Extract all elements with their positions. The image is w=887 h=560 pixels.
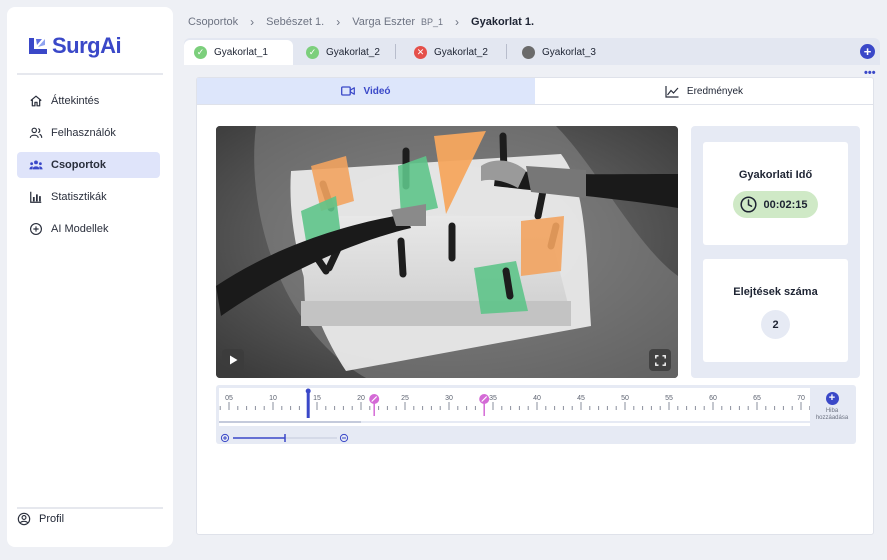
tick-label: 70 [797, 395, 805, 402]
tick-label: 50 [621, 395, 629, 402]
add-tab-button[interactable]: + [860, 44, 875, 59]
plus-icon: + [863, 44, 872, 59]
drops-card: Elejtések száma 2 [703, 259, 848, 362]
tab-gyakorlat-3[interactable]: Gyakorlat_3 [512, 40, 622, 65]
tab-label: Gyakorlat_2 [326, 47, 380, 58]
play-button[interactable] [222, 349, 244, 371]
playhead [306, 390, 310, 418]
logo-icon [29, 36, 49, 56]
sidebar: SurgAi Áttekintés Felhasználók Csoportok… [7, 7, 173, 547]
tab-label: Videó [363, 85, 391, 97]
tick-label: 45 [577, 395, 585, 402]
tick-label: 05 [225, 395, 233, 402]
sidebar-divider [17, 507, 163, 509]
users-icon [29, 127, 43, 138]
add-error-label-1: Hiba [825, 408, 839, 414]
pending-icon [522, 46, 535, 59]
sidebar-item-ai-modellek[interactable]: AI Modellek [17, 216, 160, 242]
app-logo[interactable]: SurgAi [29, 33, 122, 59]
error-icon: ✕ [414, 46, 427, 59]
home-icon [30, 95, 42, 107]
playhead-handle [305, 388, 311, 394]
tick-label: 15 [313, 395, 321, 402]
breadcrumb-item[interactable]: Sebészet 1. [266, 16, 324, 28]
play-icon [229, 355, 237, 365]
breadcrumb-current: Gyakorlat 1. [471, 16, 535, 28]
tick-label: 40 [533, 395, 541, 402]
practice-time-card: Gyakorlati Idő 00:02:15 [703, 142, 848, 245]
profile-link[interactable]: Profil [17, 512, 64, 526]
tab-label: Gyakorlat_1 [214, 47, 268, 58]
sidebar-item-statisztikak[interactable]: Statisztikák [17, 184, 160, 210]
video-player[interactable] [216, 126, 678, 378]
tick-label: 60 [709, 395, 717, 402]
tab-label: Gyakorlat_3 [542, 47, 596, 58]
profile-icon [17, 512, 31, 526]
tick-label: 30 [445, 395, 453, 402]
practice-time-title: Gyakorlati Idő [738, 169, 813, 181]
timeline-ticks: 05 10 15 20 25 30 35 40 45 50 55 60 65 70 [219, 388, 811, 423]
exercise-tabs: ✓ Gyakorlat_1 ✓ Gyakorlat_2 ✕ Gyakorlat_… [184, 38, 880, 65]
practice-time-badge: 00:02:15 [733, 191, 818, 218]
tab-label: Eredmények [686, 85, 744, 97]
zoom-in-icon [223, 436, 227, 440]
tab-divider [395, 44, 396, 59]
fullscreen-icon [654, 354, 666, 366]
add-error-button[interactable]: + Hiba hozzáadása [813, 392, 851, 422]
line-chart-icon [665, 85, 679, 98]
scroll-thumb [219, 421, 361, 423]
breadcrumb-item[interactable]: Csoportok [188, 16, 238, 28]
sidebar-item-label: Csoportok [51, 159, 106, 171]
sidebar-item-label: Áttekintés [51, 95, 100, 107]
plus-circle-icon [30, 223, 42, 235]
practice-time-value: 00:02:15 [763, 198, 808, 211]
timeline-ruler[interactable]: 05 10 15 20 25 30 35 40 45 50 55 60 65 70 [219, 388, 811, 426]
plus-icon: + [825, 392, 839, 405]
sidebar-item-label: Statisztikák [51, 191, 107, 203]
video-icon [341, 86, 356, 96]
sidebar-item-label: AI Modellek [51, 223, 109, 235]
tab-divider [506, 44, 507, 59]
drops-title: Elejtések száma [733, 286, 818, 298]
tick-label: 20 [357, 395, 365, 402]
chevron-right-icon: › [336, 15, 341, 29]
chevron-right-icon: › [250, 15, 255, 29]
zoom-slider[interactable] [219, 431, 354, 445]
tab-gyakorlat-2[interactable]: ✓ Gyakorlat_2 [296, 40, 394, 65]
breadcrumb-item[interactable]: Varga Eszter [352, 16, 415, 28]
view-tabs-divider [197, 104, 873, 105]
sidebar-nav: Áttekintés Felhasználók Csoportok Statis… [17, 88, 160, 248]
tick-label: 25 [401, 395, 409, 402]
tick-label: 65 [753, 395, 761, 402]
check-icon: ✓ [306, 46, 319, 59]
clock-icon [740, 196, 758, 213]
chevron-right-icon: › [455, 15, 460, 29]
tab-gyakorlat-2-error[interactable]: ✕ Gyakorlat_2 [404, 40, 504, 65]
group-icon [29, 160, 43, 170]
breadcrumb-tag: BP_1 [421, 17, 444, 27]
video-frame-image [216, 126, 678, 378]
breadcrumb: Csoportok › Sebészet 1. › Varga Eszter B… [188, 15, 534, 29]
bar-chart-icon [30, 191, 42, 203]
add-error-label-2: hozzáadása [815, 415, 849, 421]
sidebar-divider [17, 73, 163, 75]
tick-label: 55 [665, 395, 673, 402]
tab-eredmenyek[interactable]: Eredmények [535, 78, 873, 104]
sidebar-item-label: Felhasználók [51, 127, 116, 139]
tab-video[interactable]: Videó [197, 78, 535, 104]
tab-gyakorlat-1[interactable]: ✓ Gyakorlat_1 [184, 40, 293, 65]
sidebar-item-felhasznalok[interactable]: Felhasználók [17, 120, 160, 146]
tick-label: 10 [269, 395, 277, 402]
tab-label: Gyakorlat_2 [434, 47, 488, 58]
profile-label: Profil [39, 513, 65, 525]
sidebar-item-attekintes[interactable]: Áttekintés [17, 88, 160, 114]
app-name: SurgAi [52, 33, 122, 58]
tick-label: 35 [489, 395, 497, 402]
view-tabs: Videó Eredmények [197, 78, 873, 104]
check-icon: ✓ [194, 46, 207, 59]
sidebar-item-csoportok[interactable]: Csoportok [17, 152, 160, 178]
drops-value: 2 [761, 310, 790, 339]
fullscreen-button[interactable] [649, 349, 671, 371]
